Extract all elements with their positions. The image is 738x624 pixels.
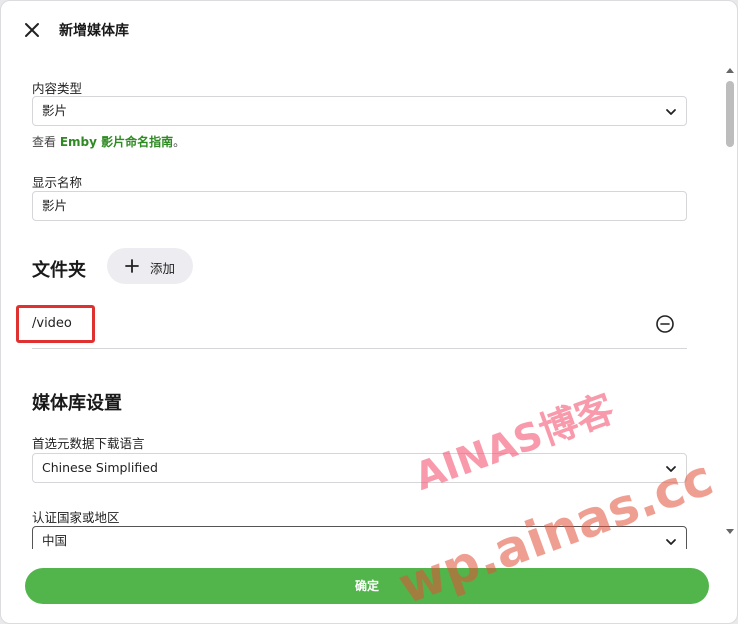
highlight-box (16, 305, 95, 343)
chevron-down-icon (666, 466, 676, 472)
dialog-title: 新增媒体库 (59, 23, 129, 39)
display-name-label: 显示名称 (32, 175, 83, 190)
display-name-value: 影片 (42, 198, 68, 213)
scroll-thumb[interactable] (726, 81, 734, 147)
folder-row: /video (16, 299, 687, 349)
close-icon (25, 23, 39, 37)
chevron-down-icon (666, 109, 676, 115)
folders-title: 文件夹 (32, 260, 86, 281)
add-folder-button[interactable]: 添加 (107, 248, 193, 284)
plus-icon (125, 259, 139, 273)
naming-guide-link[interactable]: Emby 影片命名指南 (60, 135, 173, 149)
dialog-content: 内容类型 影片 查看 Emby 影片命名指南。 显示名称 影片 文件夹 添加 /… (1, 59, 723, 549)
metadata-language-select[interactable]: Chinese Simplified (32, 453, 687, 483)
metadata-language-label: 首选元数据下载语言 (32, 436, 145, 451)
country-select[interactable]: 中国 (32, 526, 687, 549)
confirm-button[interactable]: 确定 (25, 568, 709, 604)
remove-folder-button[interactable] (655, 314, 675, 334)
minus-circle-icon (656, 315, 674, 333)
scroll-up-arrow-icon[interactable] (726, 67, 734, 73)
chevron-down-icon (666, 539, 676, 545)
naming-hint-prefix: 查看 (32, 135, 60, 149)
content-type-label: 内容类型 (32, 81, 83, 96)
add-library-dialog: 新增媒体库 内容类型 影片 查看 Emby 影片命名指南。 显示名称 影片 文件… (0, 0, 738, 624)
close-button[interactable] (21, 19, 43, 41)
dialog-header: 新增媒体库 (1, 1, 737, 59)
country-value: 中国 (42, 533, 68, 548)
display-name-input[interactable]: 影片 (32, 191, 687, 221)
add-folder-label: 添加 (150, 261, 176, 276)
library-settings-title: 媒体库设置 (32, 393, 122, 414)
naming-hint: 查看 Emby 影片命名指南。 (32, 133, 185, 150)
country-label: 认证国家或地区 (32, 510, 120, 525)
naming-hint-suffix: 。 (173, 135, 186, 149)
scrollbar[interactable] (723, 59, 737, 549)
metadata-language-value: Chinese Simplified (42, 460, 158, 475)
content-type-value: 影片 (42, 103, 68, 118)
scroll-down-arrow-icon[interactable] (726, 529, 734, 535)
content-type-select[interactable]: 影片 (32, 96, 687, 126)
